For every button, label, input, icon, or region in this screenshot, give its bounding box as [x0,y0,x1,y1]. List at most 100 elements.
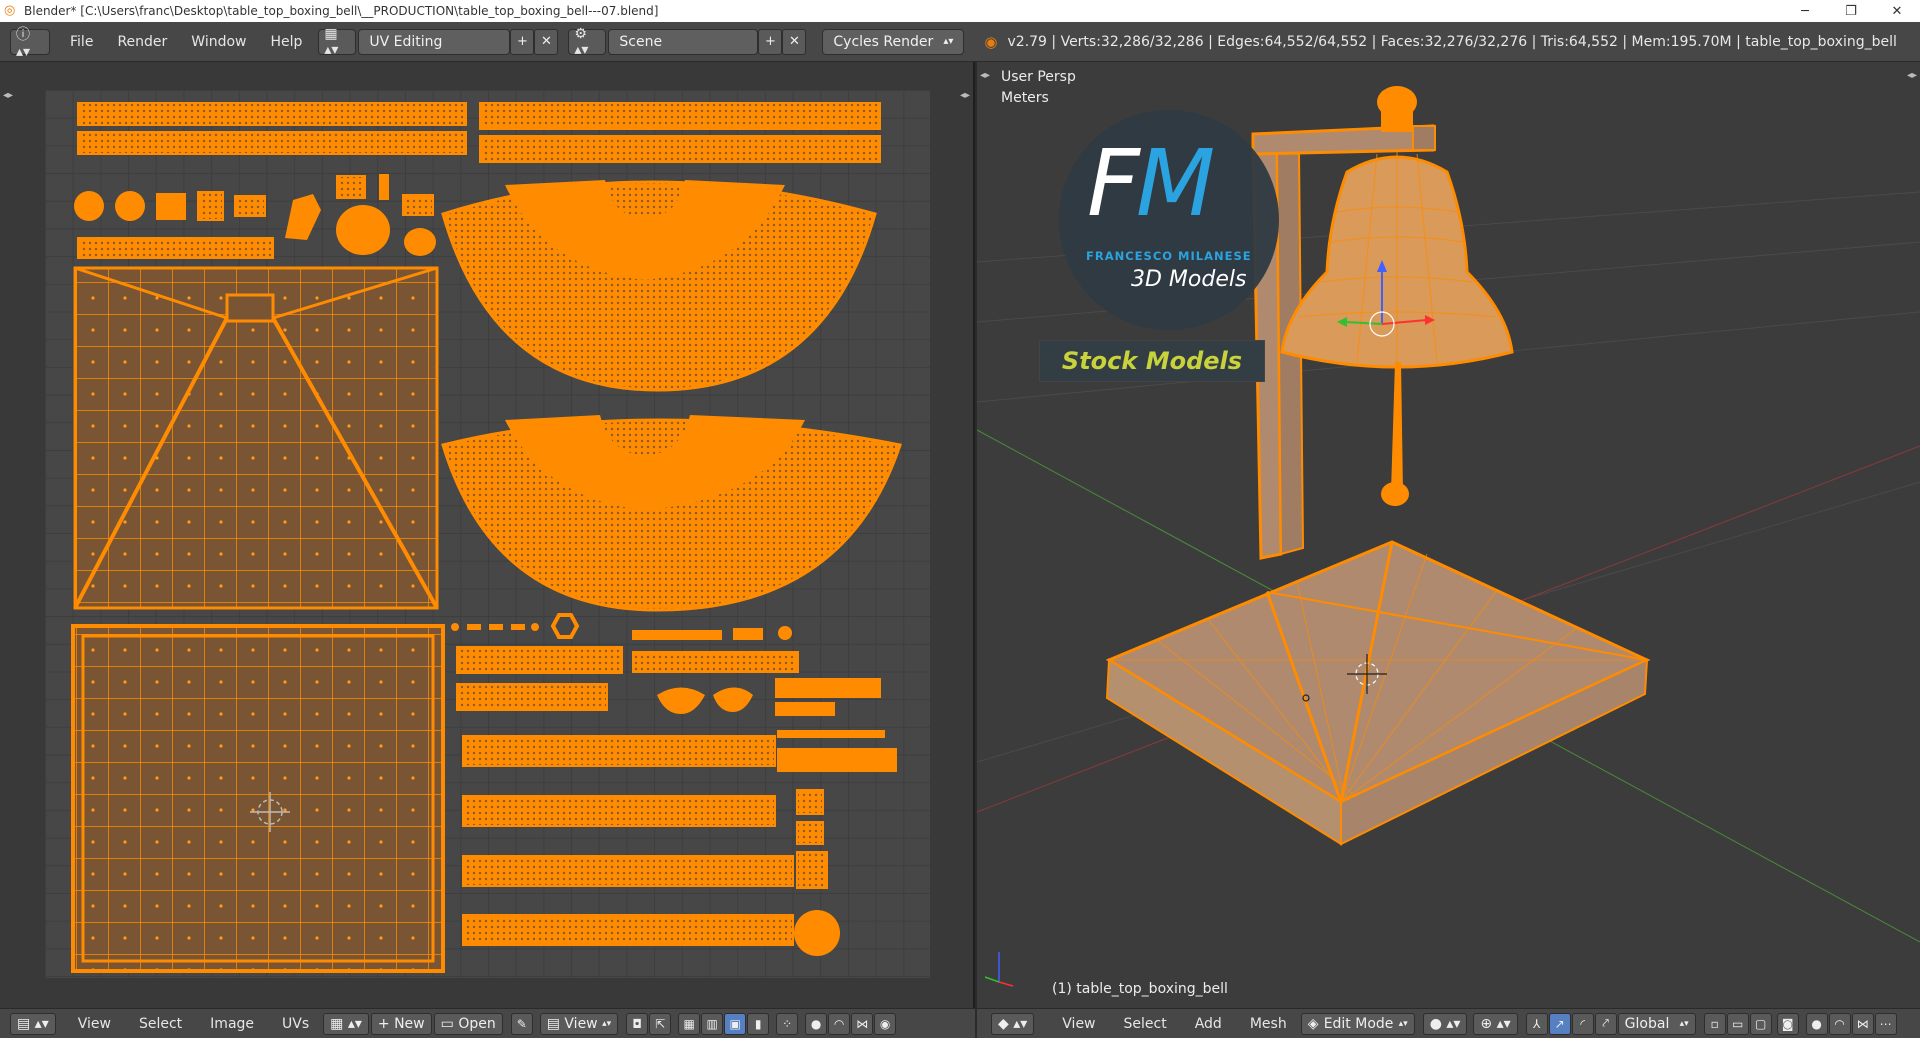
render-engine-dropdown[interactable]: Cycles Render ▴▾ [822,28,965,55]
island-select-icon[interactable]: ▮ [747,1012,770,1035]
mode-label: Edit Mode [1323,1015,1394,1032]
manipulator-toggle-icon[interactable]: ⅄ [1525,1012,1548,1035]
uv-island-strip [479,102,881,130]
uv-island-strip [77,102,467,126]
3d-view-header: ◆ ▴▾ View Select Add Mesh ◈ Edit Mode ▴▾ ●… [977,1008,1920,1038]
edge-select-icon[interactable]: ▭ [1726,1012,1749,1035]
uv-menu-image[interactable]: Image [196,1016,268,1032]
editor-type-button[interactable]: ▤ ▴▾ [10,1012,56,1035]
uv-editor-header: ▤ ▴▾ View Select Image UVs ▦ ▴▾ + New ▭ … [0,1008,975,1038]
face-select-icon[interactable]: ▢ [1749,1012,1772,1035]
render-preview-icon[interactable]: ◉ [874,1012,897,1035]
sync-selection-icon[interactable]: ⇱ [649,1012,672,1035]
falloff-icon[interactable]: ◠ [828,1012,851,1035]
properties-toggle-icon[interactable]: ◂▸ [960,90,970,101]
snap-icon[interactable]: ⋈ [1851,1012,1874,1035]
proportional-edit-icon[interactable]: ● [805,1012,828,1035]
scene-field[interactable]: Scene [608,28,759,55]
delete-scene-button[interactable]: ✕ [782,28,807,55]
snap-icon[interactable]: ⋈ [851,1012,874,1035]
vertex-select-icon[interactable]: ▫ [1703,1012,1726,1035]
info-header: ⓘ ▴▾ File Render Window Help ▦ ▴▾ UV Edi… [0,22,1920,62]
mode-dropdown[interactable]: ◈ Edit Mode ▴▾ [1300,1012,1415,1035]
screen-layout-value: UV Editing [369,33,443,50]
scale-manipulator-icon[interactable]: ⤤ [1594,1012,1617,1035]
open-image-button[interactable]: ▭ Open [433,1012,503,1035]
falloff-icon[interactable]: ◠ [1828,1012,1851,1035]
add-scene-button[interactable]: + [758,28,783,55]
scene-value: Scene [619,33,663,50]
render-engine-value: Cycles Render [833,33,934,50]
uv-menu-select[interactable]: Select [125,1016,196,1032]
editor-type-info-button[interactable]: ⓘ ▴▾ [10,27,50,60]
menu-window[interactable]: Window [179,34,258,50]
uv-menu-uvs[interactable]: UVs [268,1016,323,1032]
vp-menu-add[interactable]: Add [1181,1016,1236,1032]
add-screen-button[interactable]: + [510,28,535,55]
restore-button[interactable]: ❐ [1828,0,1874,22]
logo-fm: FM [1087,138,1215,230]
menu-file[interactable]: File [58,34,105,50]
proportional-edit-icon[interactable]: ● [1805,1012,1828,1035]
chevron-updown-icon: ▴▾ [1679,1018,1689,1029]
vp-menu-view[interactable]: View [1048,1016,1109,1032]
toolshelf-toggle-icon[interactable]: ◂▸ [3,90,13,101]
view-mode-dropdown[interactable]: ▤ View ▴▾ [539,1012,619,1035]
scene-icon: ⚙ ▴▾ [574,25,589,58]
uv-menu-view[interactable]: View [64,1016,125,1032]
uv-island-strip [479,135,881,163]
orientation-dropdown[interactable]: Global ▴▾ [1617,1012,1696,1035]
logo-letter-f: F [1087,130,1140,237]
rotate-manipulator-icon[interactable]: ◜ [1571,1012,1594,1035]
plus-icon: + [764,34,776,49]
snap-element-icon[interactable]: ⋯ [1874,1012,1897,1035]
new-image-label: New [394,1015,425,1032]
uv-image-editor[interactable]: ◂▸ ◂▸ [0,62,975,1008]
pivot-icon[interactable]: ◘ [626,1012,649,1035]
new-image-button[interactable]: + New [370,1012,432,1035]
scene-icon-button[interactable]: ⚙ ▴▾ [568,25,607,58]
shading-dropdown[interactable]: ● ▴▾ [1422,1012,1468,1035]
edit-mode-icon: ◈ [1307,1015,1319,1032]
vp-menu-mesh[interactable]: Mesh [1236,1016,1301,1032]
uv-canvas[interactable] [45,90,930,978]
menu-render[interactable]: Render [105,34,179,50]
sticky-mode-icon[interactable]: ⁘ [776,1012,799,1035]
view-mode-icon: ▤ [546,1015,560,1032]
uv-island-bell-upper [441,180,877,392]
minimize-button[interactable]: ─ [1782,0,1828,22]
screen-layout-icon-button[interactable]: ▦ ▴▾ [318,26,357,58]
vertex-select-icon[interactable]: ▦ [678,1012,701,1035]
axis-orientation-icon [984,952,1014,987]
window-title: Blender* [C:\Users\franc\Desktop\table_t… [24,4,659,18]
chevron-updown-icon: ▴▾ [1398,1018,1408,1029]
3d-viewport[interactable]: ◂▸ ◂▸ User Persp Meters FM FRANCESCO MIL… [977,62,1920,1008]
translate-manipulator-icon[interactable]: ↗ [1548,1012,1571,1035]
watermark-logo: FM FRANCESCO MILANESE 3D Models Stock Mo… [1039,110,1289,382]
folder-icon: ▭ [440,1015,454,1032]
solid-shading-icon: ● ▴▾ [1429,1015,1461,1032]
scene-statistics: v2.79 | Verts:32,286/32,286 | Edges:64,5… [1007,33,1897,50]
pivot-dropdown[interactable]: ⊕ ▴▾ [1473,1012,1518,1035]
browse-image-button[interactable]: ▦ ▴▾ [323,1012,369,1035]
vp-menu-select[interactable]: Select [1110,1016,1181,1032]
blender-logo-icon: ◎ [4,3,16,18]
edge-select-icon[interactable]: ▥ [701,1012,724,1035]
pin-icon[interactable]: ✎ [510,1012,533,1035]
logo-tagline: 3D Models [1131,267,1247,292]
limit-selection-icon[interactable]: ◙ [1776,1012,1799,1035]
x-icon: ✕ [540,34,552,49]
delete-screen-button[interactable]: ✕ [534,28,559,55]
uv-island-base [71,624,445,973]
chevron-updown-icon: ▴▾ [943,36,954,47]
face-select-icon[interactable]: ▣ [724,1012,747,1035]
image-editor-icon: ▤ ▴▾ [17,1015,49,1032]
editor-type-button[interactable]: ◆ ▴▾ [991,1012,1035,1035]
active-object-label: (1) table_top_boxing_bell [1052,981,1228,997]
pivot-point-icon: ⊕ ▴▾ [1480,1015,1511,1032]
screen-layout-field[interactable]: UV Editing [358,28,511,55]
close-button[interactable]: ✕ [1874,0,1920,22]
blender-logo-icon: ◉ [984,32,998,51]
menu-help[interactable]: Help [258,34,314,50]
image-browse-icon: ▦ ▴▾ [330,1015,362,1032]
